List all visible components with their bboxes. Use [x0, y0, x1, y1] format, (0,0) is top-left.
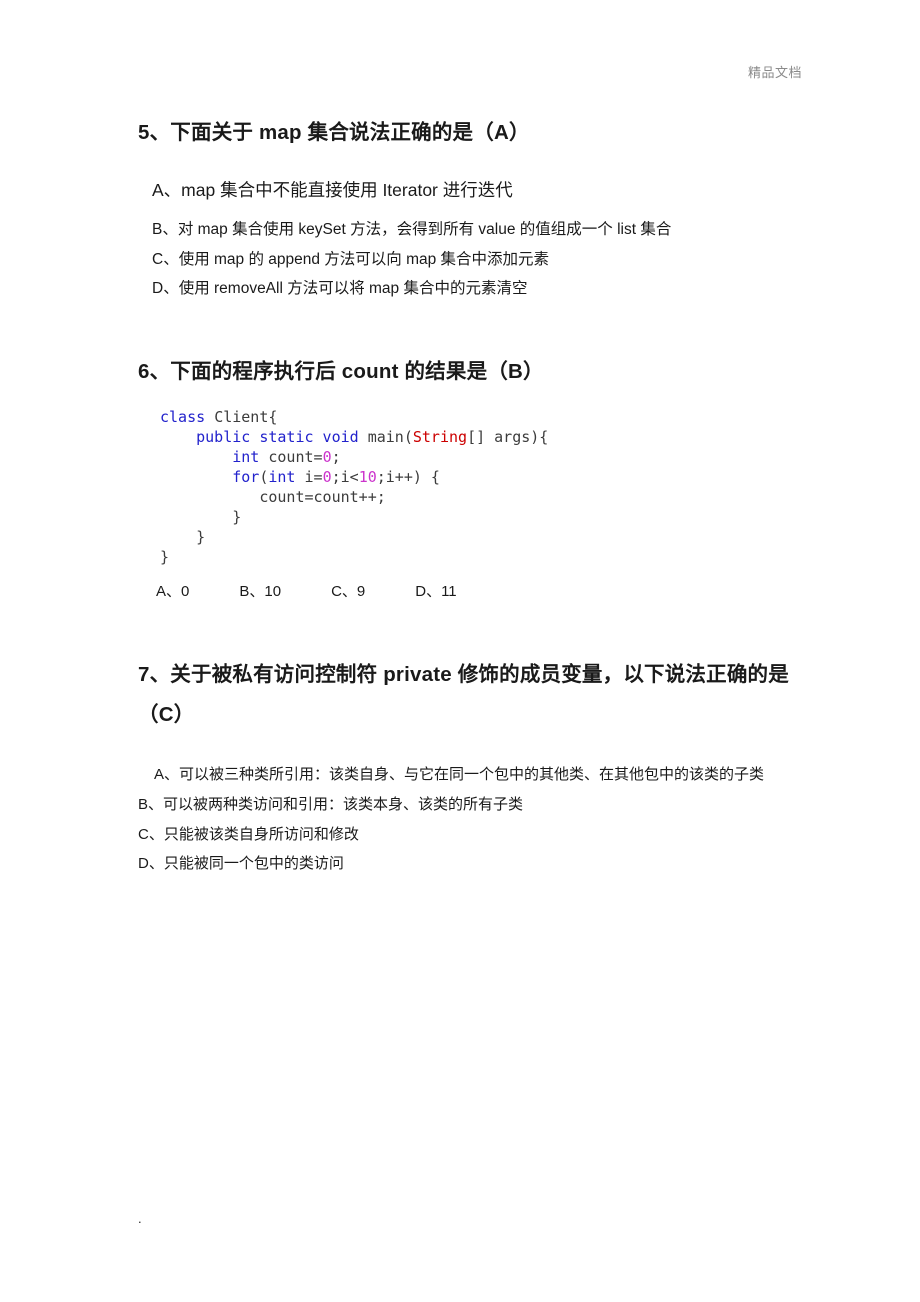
code-token: } [160, 507, 242, 526]
code-token: ;i++) { [376, 468, 440, 487]
answer-choice: D、11 [415, 582, 457, 600]
code-token: String [412, 428, 468, 447]
question-5-options: A、map 集合中不能直接使用 Iterator 进行迭代 B、对 map 集合… [138, 178, 788, 301]
code-token: Client{ [214, 408, 278, 427]
question-7-option-b: B、可以被两种类访问和引用：该类本身、该类的所有子类 [138, 795, 524, 813]
code-token: i= [304, 468, 323, 487]
code-token: int [232, 448, 269, 467]
question-6-heading: 6、下面的程序执行后 count 的结果是（B） [138, 359, 544, 383]
question-5-option-c: C、使用 map 的 append 方法可以向 map 集合中添加元素 [152, 250, 550, 268]
code-token: [] args){ [467, 428, 549, 447]
code-token: 10 [358, 468, 377, 487]
question-7-option-a: A、可以被三种类所引用：该类自身、与它在同一个包中的其他类、在其他包中的该类的子… [154, 765, 765, 783]
document-page: 精品文档 5、下面关于 map 集合说法正确的是（A） A、map 集合中不能直… [0, 0, 920, 1302]
code-token: count= [268, 448, 323, 467]
code-token: } [160, 527, 206, 546]
question-6-answer-row: A、0 B、10 C、9 D、11 [156, 580, 788, 601]
question-7-option-d: D、只能被同一个包中的类访问 [138, 855, 344, 873]
question-5-option-b: B、对 map 集合使用 keySet 方法，会得到所有 value 的值组成一… [152, 221, 672, 239]
question-5-heading: 5、下面关于 map 集合说法正确的是（A） [138, 121, 530, 144]
code-token: ; [331, 448, 341, 467]
code-token: for [232, 468, 260, 487]
code-token: int [268, 468, 305, 487]
question-7-heading: 7、关于被私有访问控制符 private 修饰的成员变量，以下说法正确的是（C） [138, 662, 789, 726]
code-token: ;i< [331, 468, 359, 487]
code-token: main( [367, 428, 413, 447]
document-content: 5、下面关于 map 集合说法正确的是（A） A、map 集合中不能直接使用 I… [138, 110, 789, 883]
answer-choice: A、0 [156, 582, 190, 600]
question-5-option-a: A、map 集合中不能直接使用 Iterator 进行迭代 [152, 179, 513, 200]
code-token: class [160, 408, 215, 427]
code-token: 0 [322, 448, 332, 467]
answer-choice: B、10 [239, 582, 282, 600]
code-token: 0 [322, 468, 332, 487]
question-6-code-block: class Client{ public static void main(St… [160, 408, 788, 568]
question-7-options: A、可以被三种类所引用：该类自身、与它在同一个包中的其他类、在其他包中的该类的子… [138, 763, 788, 876]
code-token: } [160, 547, 170, 566]
document-watermark-header: 精品文档 [747, 65, 802, 80]
question-5-option-d: D、使用 removeAll 方法可以将 map 集合中的元素清空 [152, 280, 528, 298]
answer-choice: C、9 [331, 582, 366, 600]
code-token: public static void [196, 428, 368, 447]
code-token: count=count++; [160, 487, 386, 506]
page-footer-mark: . [138, 1211, 142, 1226]
question-7-option-c: C、只能被该类自身所访问和修改 [138, 825, 359, 843]
